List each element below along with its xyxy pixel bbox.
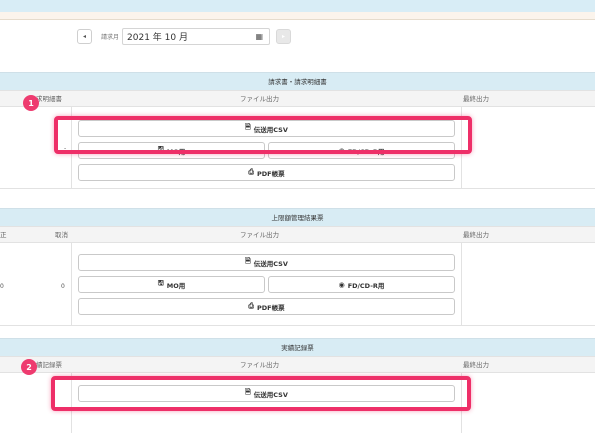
billing-month-input[interactable]: 2021 年 10 月 ▦ (122, 28, 271, 45)
fd-cdr-label: FD/CD-R用 (347, 281, 385, 290)
print-icon: ⎙ (248, 168, 254, 176)
transmission-csv-label: 伝送用CSV (253, 259, 288, 268)
cancel-count: 0 (61, 283, 65, 290)
fd-cdr-button[interactable]: ◉ FD/CD-R用 (268, 142, 455, 159)
column-divider (461, 373, 462, 433)
calendar-icon[interactable]: ▦ (255, 32, 263, 41)
pdf-form-label: PDF帳票 (257, 169, 285, 178)
col-last-output: 最終出力 (463, 361, 489, 369)
step-badge-1: 1 (23, 95, 39, 111)
transmission-csv-label: 伝送用CSV (253, 390, 288, 399)
mo-label: MO用 (166, 147, 186, 156)
file-icon: 🗎 (245, 123, 251, 131)
disk-icon: 🖫 (157, 279, 164, 287)
col-correct: 正 (0, 231, 7, 239)
disk-icon: 🖫 (157, 145, 164, 153)
cd-icon: ◉ (338, 146, 345, 155)
transmission-csv-label: 伝送用CSV (253, 125, 288, 134)
col-file-output: ファイル出力 (240, 361, 279, 369)
top-strip (0, 12, 595, 20)
chevron-right-icon: ▸ (282, 33, 286, 40)
col-last-output: 最終出力 (463, 231, 489, 239)
prev-month-button[interactable]: ◂ (77, 29, 92, 44)
column-divider (461, 243, 462, 325)
file-icon: 🗎 (245, 257, 251, 265)
section-record-header: 績記録票 ファイル出力 最終出力 (0, 356, 595, 373)
transmission-csv-button[interactable]: 🗎 伝送用CSV (78, 254, 455, 271)
invoice-detail-value: - (64, 145, 67, 152)
transmission-csv-button[interactable]: 🗎 伝送用CSV (78, 385, 455, 402)
pdf-form-label: PDF帳票 (257, 303, 285, 312)
col-cancel: 取消 (55, 231, 68, 239)
billing-month-label: 請求月 (101, 34, 120, 41)
column-divider (461, 107, 462, 188)
col-performance-record: 績記録票 (36, 361, 62, 369)
column-divider (71, 107, 72, 188)
chevron-left-icon: ◂ (82, 33, 86, 40)
mo-label: MO用 (166, 281, 186, 290)
next-month-button[interactable]: ▸ (276, 29, 292, 44)
fd-cdr-button[interactable]: ◉ FD/CD-R用 (268, 276, 455, 293)
section-limit-management: 上限額管理結果票 正 取消 ファイル出力 最終出力 0 0 🗎 伝送用CSV 🖫 M… (0, 208, 595, 326)
col-last-output: 最終出力 (463, 95, 489, 103)
col-file-output: ファイル出力 (240, 95, 279, 103)
section-invoice-header: 求明細書 ファイル出力 最終出力 (0, 90, 595, 107)
section-invoice-title: 請求書・請求明細書 (0, 72, 595, 90)
section-limit-header: 正 取消 ファイル出力 最終出力 (0, 226, 595, 243)
mo-button[interactable]: 🖫 MO用 (78, 142, 265, 159)
section-record-body: 🗎 伝送用CSV (0, 373, 595, 433)
section-performance-record: 実績記録票 績記録票 ファイル出力 最終出力 🗎 伝送用CSV (0, 338, 595, 433)
print-icon: ⎙ (248, 302, 254, 310)
transmission-csv-button[interactable]: 🗎 伝送用CSV (78, 120, 455, 137)
section-limit-body: 0 0 🗎 伝送用CSV 🖫 MO用 ◉ FD/CD-R用 ⎙ PDF帳票 (0, 243, 595, 326)
section-limit-title: 上限額管理結果票 (0, 208, 595, 226)
cd-icon: ◉ (338, 280, 345, 289)
pdf-form-button[interactable]: ⎙ PDF帳票 (78, 298, 455, 315)
step-badge-2: 2 (21, 359, 37, 375)
fd-cdr-label: FD/CD-R用 (347, 147, 385, 156)
billing-month-value: 2021 年 10 月 (127, 33, 188, 43)
pdf-form-button[interactable]: ⎙ PDF帳票 (78, 164, 455, 181)
file-icon: 🗎 (245, 388, 251, 396)
section-invoice-body: - 🗎 伝送用CSV 🖫 MO用 ◉ FD/CD-R用 ⎙ PDF帳票 (0, 107, 595, 189)
section-invoice: 請求書・請求明細書 求明細書 ファイル出力 最終出力 - 🗎 伝送用CSV 🖫 MO… (0, 72, 595, 189)
billing-month-nav: ◂ 請求月 2021 年 10 月 ▦ ▸ (77, 27, 292, 46)
col-file-output: ファイル出力 (240, 231, 279, 239)
column-divider (71, 243, 72, 325)
top-header-bar (0, 0, 595, 12)
section-record-title: 実績記録票 (0, 338, 595, 356)
column-divider (71, 373, 72, 433)
mo-button[interactable]: 🖫 MO用 (78, 276, 265, 293)
col-invoice-detail: 求明細書 (36, 95, 62, 103)
correct-count: 0 (0, 283, 4, 290)
